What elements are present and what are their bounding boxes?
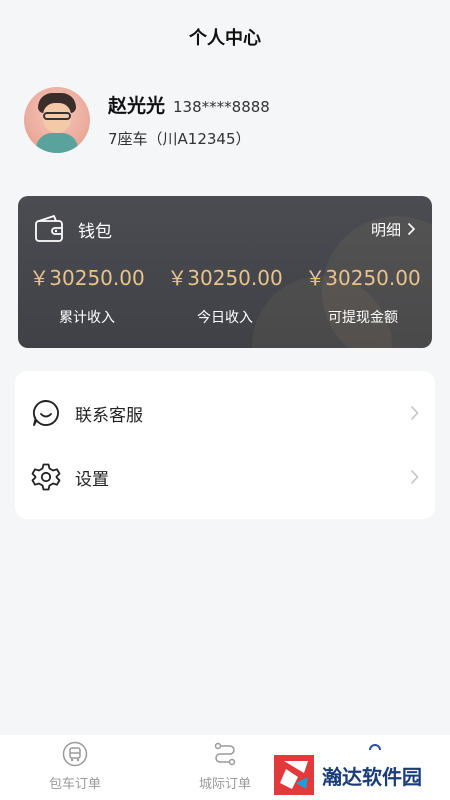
watermark-logo-icon [274,755,314,795]
menu-item-label: 设置 [75,469,109,490]
bus-icon [62,741,88,767]
route-icon [214,742,236,766]
tab-label: 包车订单 [48,777,101,792]
menu-item-label: 联系客服 [75,405,143,426]
wallet-stat-value: ￥30250.00 [305,266,421,290]
watermark-text: 瀚达软件园 [322,764,422,789]
user-name: 赵光光 [108,95,166,117]
chevron-right-icon [410,469,419,485]
profile-section: 赵光光 138****8888 7座车（川A12345） [24,86,426,154]
watermark: 瀚达软件园 [272,752,442,798]
wallet-stat-value: ￥30250.00 [29,266,145,290]
wallet-stat-label: 可提现金额 [328,310,398,326]
chat-icon [32,400,59,426]
user-phone: 138****8888 [173,98,270,116]
chevron-right-icon [410,405,419,421]
wallet-stat-value: ￥30250.00 [167,266,283,290]
page-title: 个人中心 [189,28,261,49]
wallet-detail-label: 明细 [370,220,401,239]
tab-label: 城际订单 [198,777,251,792]
wallet-stat-today: ￥30250.00 今日收入 [156,262,294,327]
menu-card: 联系客服 设置 [15,371,435,519]
wallet-stat-label: 今日收入 [197,310,253,326]
wallet-card: 钱包 明细 ￥30250.00 累计收入 ￥30250.00 今日收入 ￥302… [18,196,432,348]
tab-charter-orders[interactable]: 包车订单 [0,735,150,800]
wallet-detail-link[interactable]: 明细 [371,219,416,240]
wallet-icon [35,215,63,242]
profile-info: 赵光光 138****8888 7座车（川A12345） [108,91,270,149]
wallet-stat-total: ￥30250.00 累计收入 [18,262,156,327]
menu-item-customer-service[interactable]: 联系客服 [15,381,435,445]
gear-icon [31,463,61,491]
wallet-stat-label: 累计收入 [59,310,115,326]
avatar[interactable] [24,87,90,153]
wallet-stat-withdrawable: ￥30250.00 可提现金额 [294,262,432,327]
menu-item-settings[interactable]: 设置 [15,445,435,509]
wallet-title: 钱包 [78,221,112,242]
vehicle-info: 7座车（川A12345） [108,130,251,148]
chevron-right-icon [407,222,416,236]
